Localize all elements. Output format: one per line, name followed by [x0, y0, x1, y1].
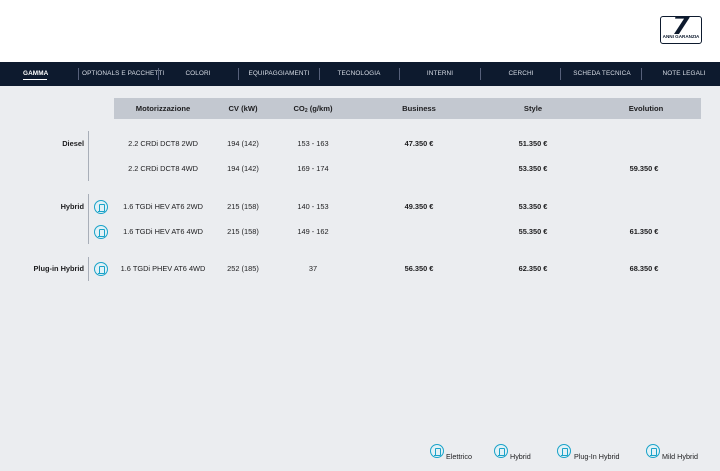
- legend-label-plug-in-hybrid: Plug-In Hybrid: [574, 452, 620, 461]
- price-evolution: [599, 137, 689, 151]
- cv-cell: 194 (142): [227, 139, 259, 148]
- top-bar: 7 ANNI GARANZIA: [0, 0, 720, 62]
- warranty-badge: 7 ANNI GARANZIA: [660, 16, 702, 44]
- nav-item-interni[interactable]: INTERNI: [420, 62, 460, 86]
- nav-divider: [78, 68, 79, 80]
- engine-cell: 1.6 TGDi HEV AT6 4WD: [123, 227, 203, 236]
- table-row: 2.2 CRDi DCT8 4WD 194 (142) 169 - 174 53…: [0, 162, 720, 176]
- price-business: 47.350 €: [404, 139, 434, 148]
- price-style: 55.350 €: [518, 227, 548, 236]
- header-motorizzazione: Motorizzazione: [135, 104, 191, 113]
- nav-item-colori[interactable]: COLORI: [178, 62, 218, 86]
- engine-cell: 1.6 TGDi HEV AT6 2WD: [123, 202, 203, 211]
- nav-divider: [560, 68, 561, 80]
- price-style: 53.350 €: [518, 202, 548, 211]
- co2-cell: 153 - 163: [297, 139, 329, 148]
- cv-cell: 252 (185): [227, 264, 259, 273]
- header-evolution: Evolution: [628, 104, 664, 113]
- price-evolution: 61.350 €: [629, 227, 659, 236]
- price-business: [374, 162, 464, 176]
- price-style: 62.350 €: [518, 264, 548, 273]
- nav-item-gamma[interactable]: GAMMA: [23, 62, 48, 86]
- table-row: 2.2 CRDi DCT8 2WD 194 (142) 153 - 163 47…: [0, 137, 720, 151]
- price-evolution: 59.350 €: [629, 164, 659, 173]
- cv-cell: 215 (158): [227, 227, 259, 236]
- main-nav: GAMMA OPTIONALS E PACCHETTI COLORI EQUIP…: [0, 62, 720, 86]
- nav-divider: [319, 68, 320, 80]
- co2-cell: 37: [308, 264, 318, 273]
- price-business: 49.350 €: [404, 202, 434, 211]
- legend-label-mild-hybrid: Mild Hybrid: [662, 452, 698, 461]
- nav-divider: [158, 68, 159, 80]
- nav-divider: [480, 68, 481, 80]
- engine-cell: 2.2 CRDi DCT8 2WD: [128, 139, 198, 148]
- price-style: 51.350 €: [518, 139, 548, 148]
- nav-item-note-legali[interactable]: NOTE LEGALI: [660, 62, 708, 86]
- table-row: 1.6 TGDi HEV AT6 2WD 215 (158) 140 - 153…: [0, 200, 720, 214]
- nav-divider: [238, 68, 239, 80]
- header-business: Business: [402, 104, 436, 113]
- price-style: 53.350 €: [518, 164, 548, 173]
- header-co2: CO2 (g/km): [293, 104, 333, 114]
- header-cv: CV (kW): [228, 104, 258, 113]
- price-evolution: [599, 200, 689, 214]
- price-business: 56.350 €: [404, 264, 434, 273]
- nav-divider: [399, 68, 400, 80]
- nav-divider: [641, 68, 642, 80]
- table-row: 1.6 TGDi PHEV AT6 4WD 252 (185) 37 56.35…: [0, 262, 720, 276]
- header-style: Style: [523, 104, 543, 113]
- nav-item-scheda-tecnica[interactable]: SCHEDA TECNICA: [572, 62, 632, 86]
- nav-item-tecnologia[interactable]: TECNOLOGIA: [330, 62, 388, 86]
- cv-cell: 215 (158): [227, 202, 259, 211]
- mild-hybrid-icon: [646, 444, 660, 458]
- legend-label-hybrid: Hybrid: [510, 452, 531, 461]
- legend-label-electric: Elettrico: [446, 452, 472, 461]
- price-evolution: 68.350 €: [629, 264, 659, 273]
- hybrid-icon: [494, 444, 508, 458]
- price-business: [374, 225, 464, 239]
- co2-cell: 140 - 153: [297, 202, 329, 211]
- plug-in-hybrid-icon: [557, 444, 571, 458]
- electric-icon: [430, 444, 444, 458]
- table-row: 1.6 TGDi HEV AT6 4WD 215 (158) 149 - 162…: [0, 225, 720, 239]
- engine-cell: 2.2 CRDi DCT8 4WD: [128, 164, 198, 173]
- co2-cell: 169 - 174: [297, 164, 329, 173]
- nav-item-cerchi[interactable]: CERCHI: [501, 62, 541, 86]
- engine-cell: 1.6 TGDi PHEV AT6 4WD: [120, 264, 206, 273]
- co2-cell: 149 - 162: [297, 227, 329, 236]
- nav-item-optionals[interactable]: OPTIONALS E PACCHETTI: [82, 62, 164, 86]
- warranty-text: ANNI GARANZIA: [661, 34, 701, 40]
- nav-item-equipaggiamenti[interactable]: EQUIPAGGIAMENTI: [246, 62, 312, 86]
- price-table-header: Motorizzazione CV (kW) CO2 (g/km) Busine…: [114, 98, 701, 119]
- cv-cell: 194 (142): [227, 164, 259, 173]
